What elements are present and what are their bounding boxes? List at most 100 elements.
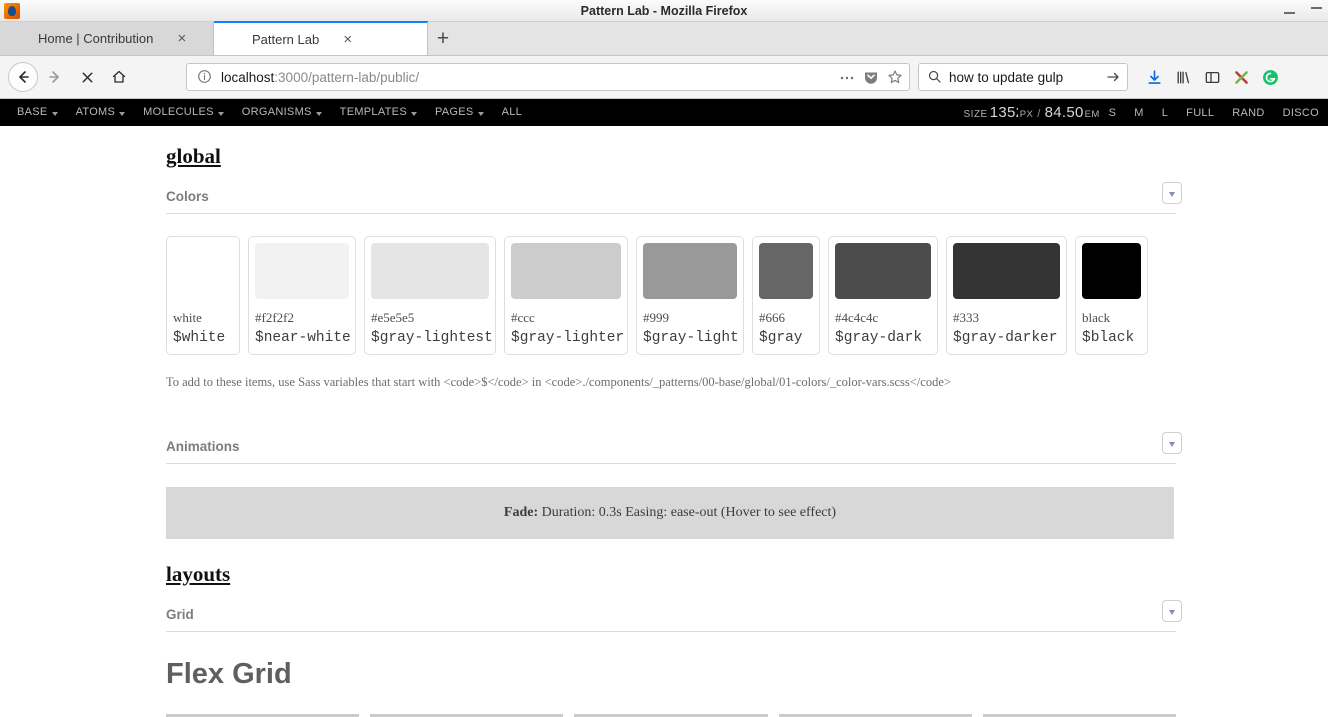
stop-x-icon[interactable]: [72, 62, 102, 92]
color-swatch-list: white $white #f2f2f2 $near-white #e5e5e5…: [166, 236, 1176, 355]
search-bar[interactable]: how to update gulp: [918, 63, 1128, 91]
url-text[interactable]: localhost:3000/pattern-lab/public/: [221, 70, 831, 85]
swatch-var-label: $white: [173, 330, 233, 346]
download-icon[interactable]: [1144, 67, 1164, 87]
swatch-hex-label: #333: [953, 310, 1060, 326]
chevron-down-icon[interactable]: [1162, 432, 1182, 454]
chevron-down-icon: [52, 112, 58, 116]
back-arrow-icon[interactable]: [8, 62, 38, 92]
section-title-global: global: [166, 144, 221, 169]
size-em-unit: EM: [1085, 109, 1100, 120]
colors-label: Colors: [166, 189, 209, 204]
close-icon[interactable]: ×: [173, 30, 190, 47]
plnav-label: MOLECULES: [143, 99, 214, 126]
grid-label: Grid: [166, 607, 194, 622]
tab-label: Pattern Lab: [252, 32, 319, 47]
arrow-right-icon[interactable]: [1105, 69, 1121, 85]
plnav-label: ATOMS: [76, 99, 116, 126]
url-bar[interactable]: localhost:3000/pattern-lab/public/: [186, 63, 910, 91]
animation-fade-demo[interactable]: Fade: Duration: 0.3s Easing: ease-out (H…: [166, 487, 1174, 539]
size-button-disco[interactable]: DISCO: [1274, 107, 1328, 119]
chevron-down-icon: [119, 112, 125, 116]
minimize-button[interactable]: [1284, 6, 1295, 17]
swatch-hex-label: #999: [643, 310, 737, 326]
plnav-item-organisms[interactable]: ORGANISMS: [233, 99, 331, 126]
url-domain: localhost: [221, 70, 274, 85]
color-swatch[interactable]: #4c4c4c $gray-dark: [828, 236, 938, 355]
color-swatch[interactable]: #999 $gray-light: [636, 236, 744, 355]
animations-section-header: Animations: [166, 439, 1176, 464]
loading-dot-icon: [228, 31, 244, 47]
chevron-down-icon: [478, 112, 484, 116]
color-swatch[interactable]: #f2f2f2 $near-white: [248, 236, 356, 355]
plnav-item-base[interactable]: BASE: [8, 99, 67, 126]
swatch-var-label: $gray-light: [643, 330, 737, 346]
swatch-chip: [173, 243, 233, 299]
swatch-chip: [953, 243, 1060, 299]
color-swatch[interactable]: white $white: [166, 236, 240, 355]
size-button-l[interactable]: L: [1153, 107, 1177, 119]
plnav-label: ORGANISMS: [242, 99, 312, 126]
close-icon[interactable]: ×: [339, 31, 356, 48]
size-button-rand[interactable]: RAND: [1223, 107, 1273, 119]
chevron-down-icon: [411, 112, 417, 116]
swatch-chip: [255, 243, 349, 299]
home-icon[interactable]: [104, 62, 134, 92]
grammarly-icon[interactable]: [1260, 67, 1280, 87]
swatch-chip: [1082, 243, 1141, 299]
chevron-down-icon: [316, 112, 322, 116]
pattern-lab-content: global Colors white $white #f2f2f2 $near…: [0, 126, 1328, 717]
plnav-item-templates[interactable]: TEMPLATES: [331, 99, 426, 126]
url-path: :3000/pattern-lab/public/: [274, 70, 419, 85]
swatch-hex-label: white: [173, 310, 233, 326]
swatch-hex-label: #e5e5e5: [371, 310, 489, 326]
color-swatch[interactable]: #666 $gray: [752, 236, 820, 355]
flex-grid-title: Flex Grid: [166, 658, 1176, 691]
swatch-var-label: $gray-darker: [953, 330, 1060, 346]
color-swatch[interactable]: #e5e5e5 $gray-lightest: [364, 236, 496, 355]
size-px-value[interactable]: 1352: [990, 104, 1018, 121]
color-swatch[interactable]: #ccc $gray-lighter: [504, 236, 628, 355]
size-em-value[interactable]: 84.50: [1045, 104, 1083, 121]
viewport-size-display[interactable]: SIZE 1352 PX / 84.50 EM: [964, 104, 1100, 121]
swatch-chip: [835, 243, 931, 299]
color-swatch[interactable]: black $black: [1075, 236, 1148, 355]
browser-tab-home-contribution[interactable]: Home | Contribution ×: [0, 22, 214, 55]
pattern-lab-nav-items: BASE ATOMS MOLECULES ORGANISMS TEMPLATES…: [0, 99, 531, 126]
search-input[interactable]: how to update gulp: [949, 70, 1099, 85]
window-title: Pattern Lab - Mozilla Firefox: [0, 0, 1328, 22]
swatch-var-label: $black: [1082, 330, 1141, 346]
new-tab-button[interactable]: +: [428, 22, 458, 55]
size-button-s[interactable]: S: [1100, 107, 1126, 119]
animation-detail: Duration: 0.3s Easing: ease-out (Hover t…: [542, 505, 836, 520]
plnav-label: BASE: [17, 99, 48, 126]
size-button-m[interactable]: M: [1125, 107, 1152, 119]
library-icon[interactable]: [1173, 67, 1193, 87]
browser-tab-pattern-lab[interactable]: Pattern Lab ×: [214, 21, 428, 55]
size-button-full[interactable]: FULL: [1177, 107, 1223, 119]
drupal-icon: [14, 31, 30, 47]
plnav-item-molecules[interactable]: MOLECULES: [134, 99, 233, 126]
swatch-hex-label: #4c4c4c: [835, 310, 931, 326]
swatch-chip: [371, 243, 489, 299]
swatch-var-label: $gray: [759, 330, 813, 346]
info-circle-icon[interactable]: [197, 69, 213, 85]
size-px-unit: PX: [1020, 109, 1033, 120]
color-swatch[interactable]: #333 $gray-darker: [946, 236, 1067, 355]
sidebar-icon[interactable]: [1202, 67, 1222, 87]
plnav-item-atoms[interactable]: ATOMS: [67, 99, 135, 126]
star-icon[interactable]: [887, 69, 903, 85]
extension-icon[interactable]: [1231, 67, 1251, 87]
chevron-down-icon[interactable]: [1162, 600, 1182, 622]
plnav-item-pages[interactable]: PAGES: [426, 99, 493, 126]
maximize-button[interactable]: [1311, 6, 1322, 17]
plnav-item-all[interactable]: ALL: [493, 99, 531, 126]
chevron-down-icon[interactable]: [1162, 182, 1182, 204]
window-controls: [1284, 0, 1322, 22]
pocket-icon[interactable]: [863, 69, 879, 85]
grid-section-header: Grid: [166, 607, 1176, 632]
window-titlebar: Pattern Lab - Mozilla Firefox: [0, 0, 1328, 22]
ellipsis-icon[interactable]: [839, 69, 855, 85]
swatch-chip: [759, 243, 813, 299]
forward-arrow-icon[interactable]: [40, 62, 70, 92]
